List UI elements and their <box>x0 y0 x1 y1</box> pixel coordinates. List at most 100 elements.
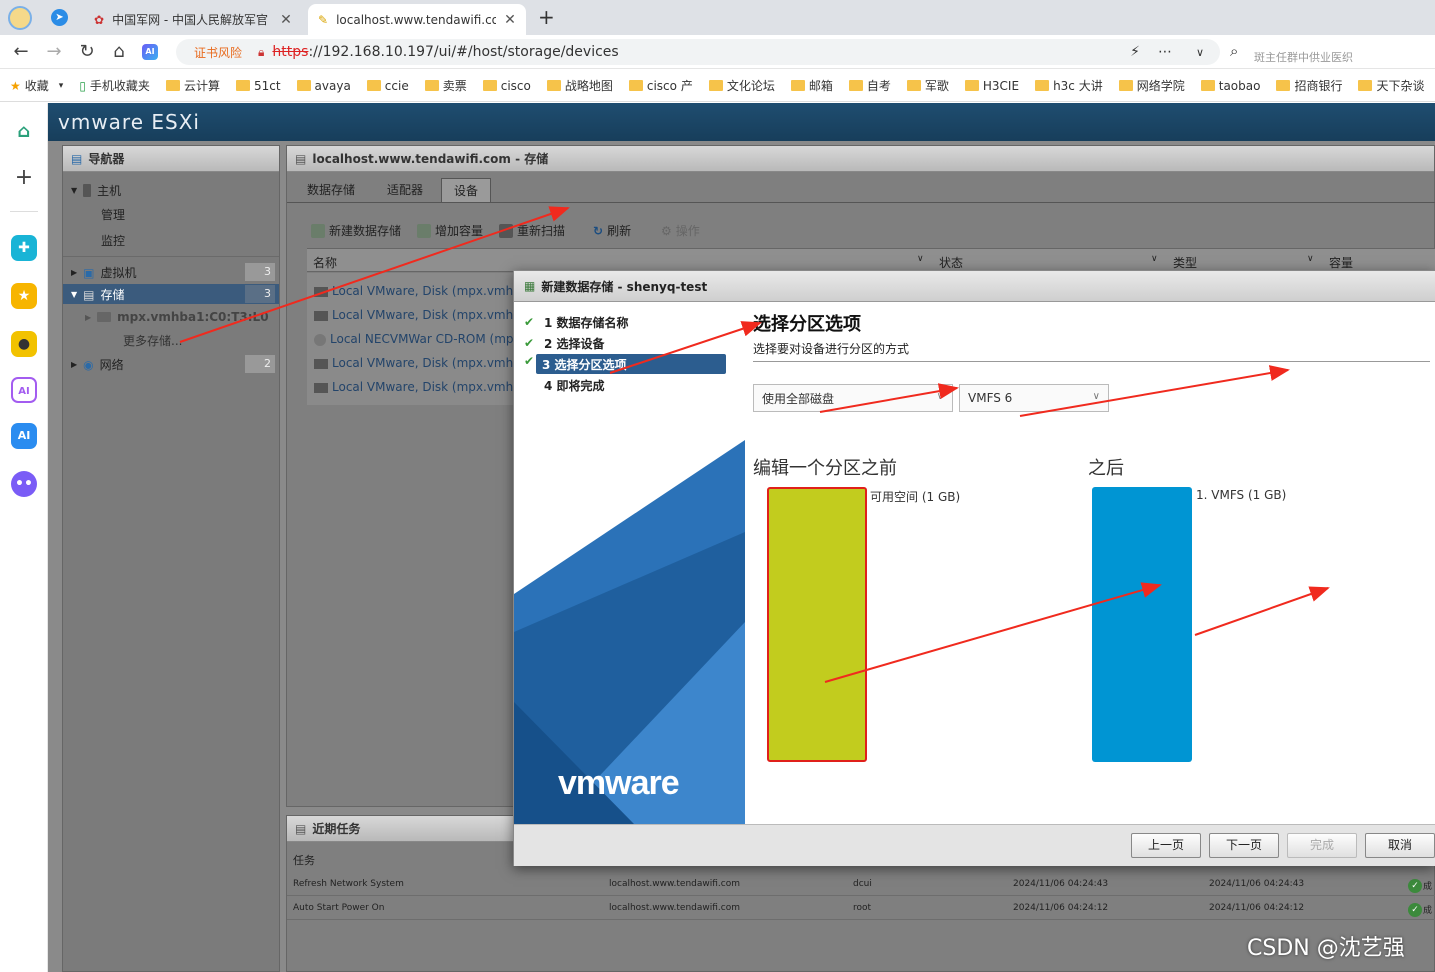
tab-datastores[interactable]: 数据存储 <box>295 178 367 202</box>
browser-tab-esxi[interactable]: ✎ localhost.www.tendawifi.com ✕ <box>308 4 526 35</box>
ai-icon[interactable]: AI <box>11 423 37 449</box>
new-tab-button[interactable]: + <box>538 5 555 29</box>
column-status[interactable]: 状态 <box>939 254 963 271</box>
chevron-down-icon: ∨ <box>936 391 944 402</box>
heading-divider <box>753 361 1430 362</box>
chat-bot-icon[interactable]: •• <box>11 471 37 497</box>
chevron-down-icon[interactable]: ∨ <box>1196 46 1204 59</box>
cancel-button[interactable]: 取消 <box>1365 833 1435 858</box>
back-button[interactable]: 上一页 <box>1131 833 1201 858</box>
nav-host[interactable]: ▼ 主机 <box>71 182 121 199</box>
search-input[interactable]: 斑主任群中供业医织 <box>1254 49 1434 65</box>
bookmark-item[interactable]: ★ 收藏 ▾ <box>10 77 63 94</box>
step-subheading: 选择要对设备进行分区的方式 <box>753 342 910 356</box>
chevron-down-icon[interactable]: ∨ <box>917 254 924 264</box>
add-icon[interactable]: + <box>11 165 37 191</box>
free-space-bar[interactable] <box>767 487 867 762</box>
task-row[interactable]: Refresh Network System localhost.www.ten… <box>287 872 1435 896</box>
bookmark-item[interactable]: ▯ 手机收藏夹 <box>79 77 150 94</box>
esxi-header: vmware ESXi <box>48 103 1435 141</box>
bookmark-item[interactable]: avaya <box>296 79 351 93</box>
task-initiator: root <box>853 903 872 913</box>
column-task[interactable]: 任务 <box>293 852 315 868</box>
vmfs-version-select[interactable]: VMFS 6 ∨ <box>959 384 1109 412</box>
bookmark-item[interactable]: 战略地图 <box>546 77 613 94</box>
plus-app-icon[interactable]: ✚ <box>11 235 37 261</box>
actions-button[interactable]: ⚙ 操作 <box>661 222 700 239</box>
nav-adapter[interactable]: ▶ mpx.vmhba1:C0:T3:L0 <box>85 310 269 324</box>
bookmark-item[interactable]: 云计算 <box>165 77 220 94</box>
chevron-down-icon[interactable]: ∨ <box>1151 254 1158 264</box>
forward-arrow-icon[interactable]: → <box>43 41 65 63</box>
home-icon[interactable]: ⌂ <box>108 41 130 63</box>
bookmark-item[interactable]: 邮箱 <box>790 77 833 94</box>
bookmark-item[interactable]: 网络学院 <box>1118 77 1185 94</box>
task-target: localhost.www.tendawifi.com <box>609 879 740 889</box>
browser-tab-bar: ➤ ✿ 中国军网 - 中国人民解放军官 ✕ ✎ localhost.www.te… <box>0 0 1435 35</box>
ai-circle-icon[interactable]: AI <box>11 377 37 403</box>
reload-icon[interactable]: ↻ <box>76 41 98 63</box>
bot-icon[interactable]: ● <box>11 331 37 357</box>
new-datastore-button[interactable]: 新建数据存储 <box>311 222 401 239</box>
telegram-icon[interactable]: ➤ <box>51 9 68 26</box>
increase-capacity-button[interactable]: 增加容量 <box>417 222 483 239</box>
lightning-icon[interactable]: ⚡ <box>1130 44 1140 60</box>
device-row[interactable]: Local VMware, Disk (mpx.vmhba1 <box>314 356 515 370</box>
nav-manage[interactable]: 管理 <box>101 206 125 223</box>
bookmark-item[interactable]: cisco 产 <box>628 77 693 94</box>
search-icon[interactable]: ⌕ <box>1230 42 1238 60</box>
profile-avatar[interactable] <box>8 6 32 30</box>
url-field[interactable]: 证书风险 🔒︎ https ://192.168.10.197/ui/#/hos… <box>176 39 1220 65</box>
cert-warning[interactable]: 证书风险 <box>194 44 242 61</box>
task-initiator: dcui <box>853 879 872 889</box>
wizard-step-2[interactable]: ✔ 2 选择设备 <box>520 333 726 353</box>
bookmark-item[interactable]: cisco <box>482 79 531 93</box>
close-tab-icon[interactable]: ✕ <box>504 12 516 28</box>
task-row[interactable]: Auto Start Power On localhost.www.tendaw… <box>287 896 1435 920</box>
ai-assistant-icon[interactable]: AI <box>142 44 158 60</box>
partition-scheme-select[interactable]: 使用全部磁盘 ∨ <box>753 384 953 412</box>
recent-tasks-title: 近期任务 <box>312 822 361 836</box>
rescan-button[interactable]: 重新扫描 <box>499 222 565 239</box>
bookmark-item[interactable]: taobao <box>1200 79 1260 93</box>
bookmark-item[interactable]: ccie <box>366 79 409 93</box>
bookmark-item[interactable]: 天下杂谈 <box>1358 77 1424 94</box>
star-icon[interactable]: ★ <box>11 283 37 309</box>
column-type[interactable]: 类型 <box>1173 254 1197 271</box>
column-capacity[interactable]: 容量 <box>1329 254 1353 271</box>
browser-tab-mil[interactable]: ✿ 中国军网 - 中国人民解放军官 ✕ <box>84 4 302 35</box>
device-row[interactable]: Local VMware, Disk (mpx.vmhba1 <box>314 380 515 394</box>
more-icon[interactable]: ⋯ <box>1158 44 1172 60</box>
nav-more-storage[interactable]: 更多存储... <box>123 332 182 349</box>
wizard-step-1[interactable]: ✔ 1 数据存储名称 <box>520 312 726 332</box>
bookmark-item[interactable]: 军歌 <box>906 77 949 94</box>
wizard-step-4[interactable]: 4 即将完成 <box>520 375 726 395</box>
finish-button[interactable]: 完成 <box>1287 833 1357 858</box>
success-icon: ✓ <box>1408 879 1422 893</box>
tab-devices[interactable]: 设备 <box>441 178 492 202</box>
tab-underline <box>287 202 1435 203</box>
device-row[interactable]: Local VMware, Disk (mpx.vmhba1 <box>314 284 515 298</box>
bookmark-item[interactable]: h3c 大讲 <box>1035 77 1103 94</box>
home-icon[interactable]: ⌂ <box>11 119 37 145</box>
phone-icon: ▯ <box>79 78 86 93</box>
device-row[interactable]: Local VMware, Disk (mpx.vmhba1 <box>314 308 515 322</box>
refresh-button[interactable]: ↻ 刷新 <box>593 222 631 239</box>
back-arrow-icon[interactable]: ← <box>10 41 32 63</box>
column-name[interactable]: 名称 <box>313 254 337 271</box>
nav-monitor[interactable]: 监控 <box>101 232 125 249</box>
bookmark-item[interactable]: 自考 <box>848 77 891 94</box>
chevron-down-icon[interactable]: ▾ <box>59 81 64 91</box>
bookmark-item[interactable]: 卖票 <box>424 77 467 94</box>
bookmark-item[interactable]: 51ct <box>235 79 281 93</box>
chevron-down-icon[interactable]: ∨ <box>1307 254 1314 264</box>
wizard-step-3[interactable]: 3 选择分区选项 <box>536 354 726 374</box>
next-button[interactable]: 下一页 <box>1209 833 1279 858</box>
bookmark-item[interactable]: 文化论坛 <box>708 77 775 94</box>
bookmark-item[interactable]: H3CIE <box>964 79 1019 93</box>
vmfs-partition-bar[interactable] <box>1092 487 1192 762</box>
close-tab-icon[interactable]: ✕ <box>280 12 292 28</box>
bookmark-item[interactable]: 招商银行 <box>1276 77 1342 94</box>
device-row[interactable]: Local NECVMWar CD-ROM (mpx <box>314 332 515 346</box>
tab-adapters[interactable]: 适配器 <box>375 178 435 202</box>
